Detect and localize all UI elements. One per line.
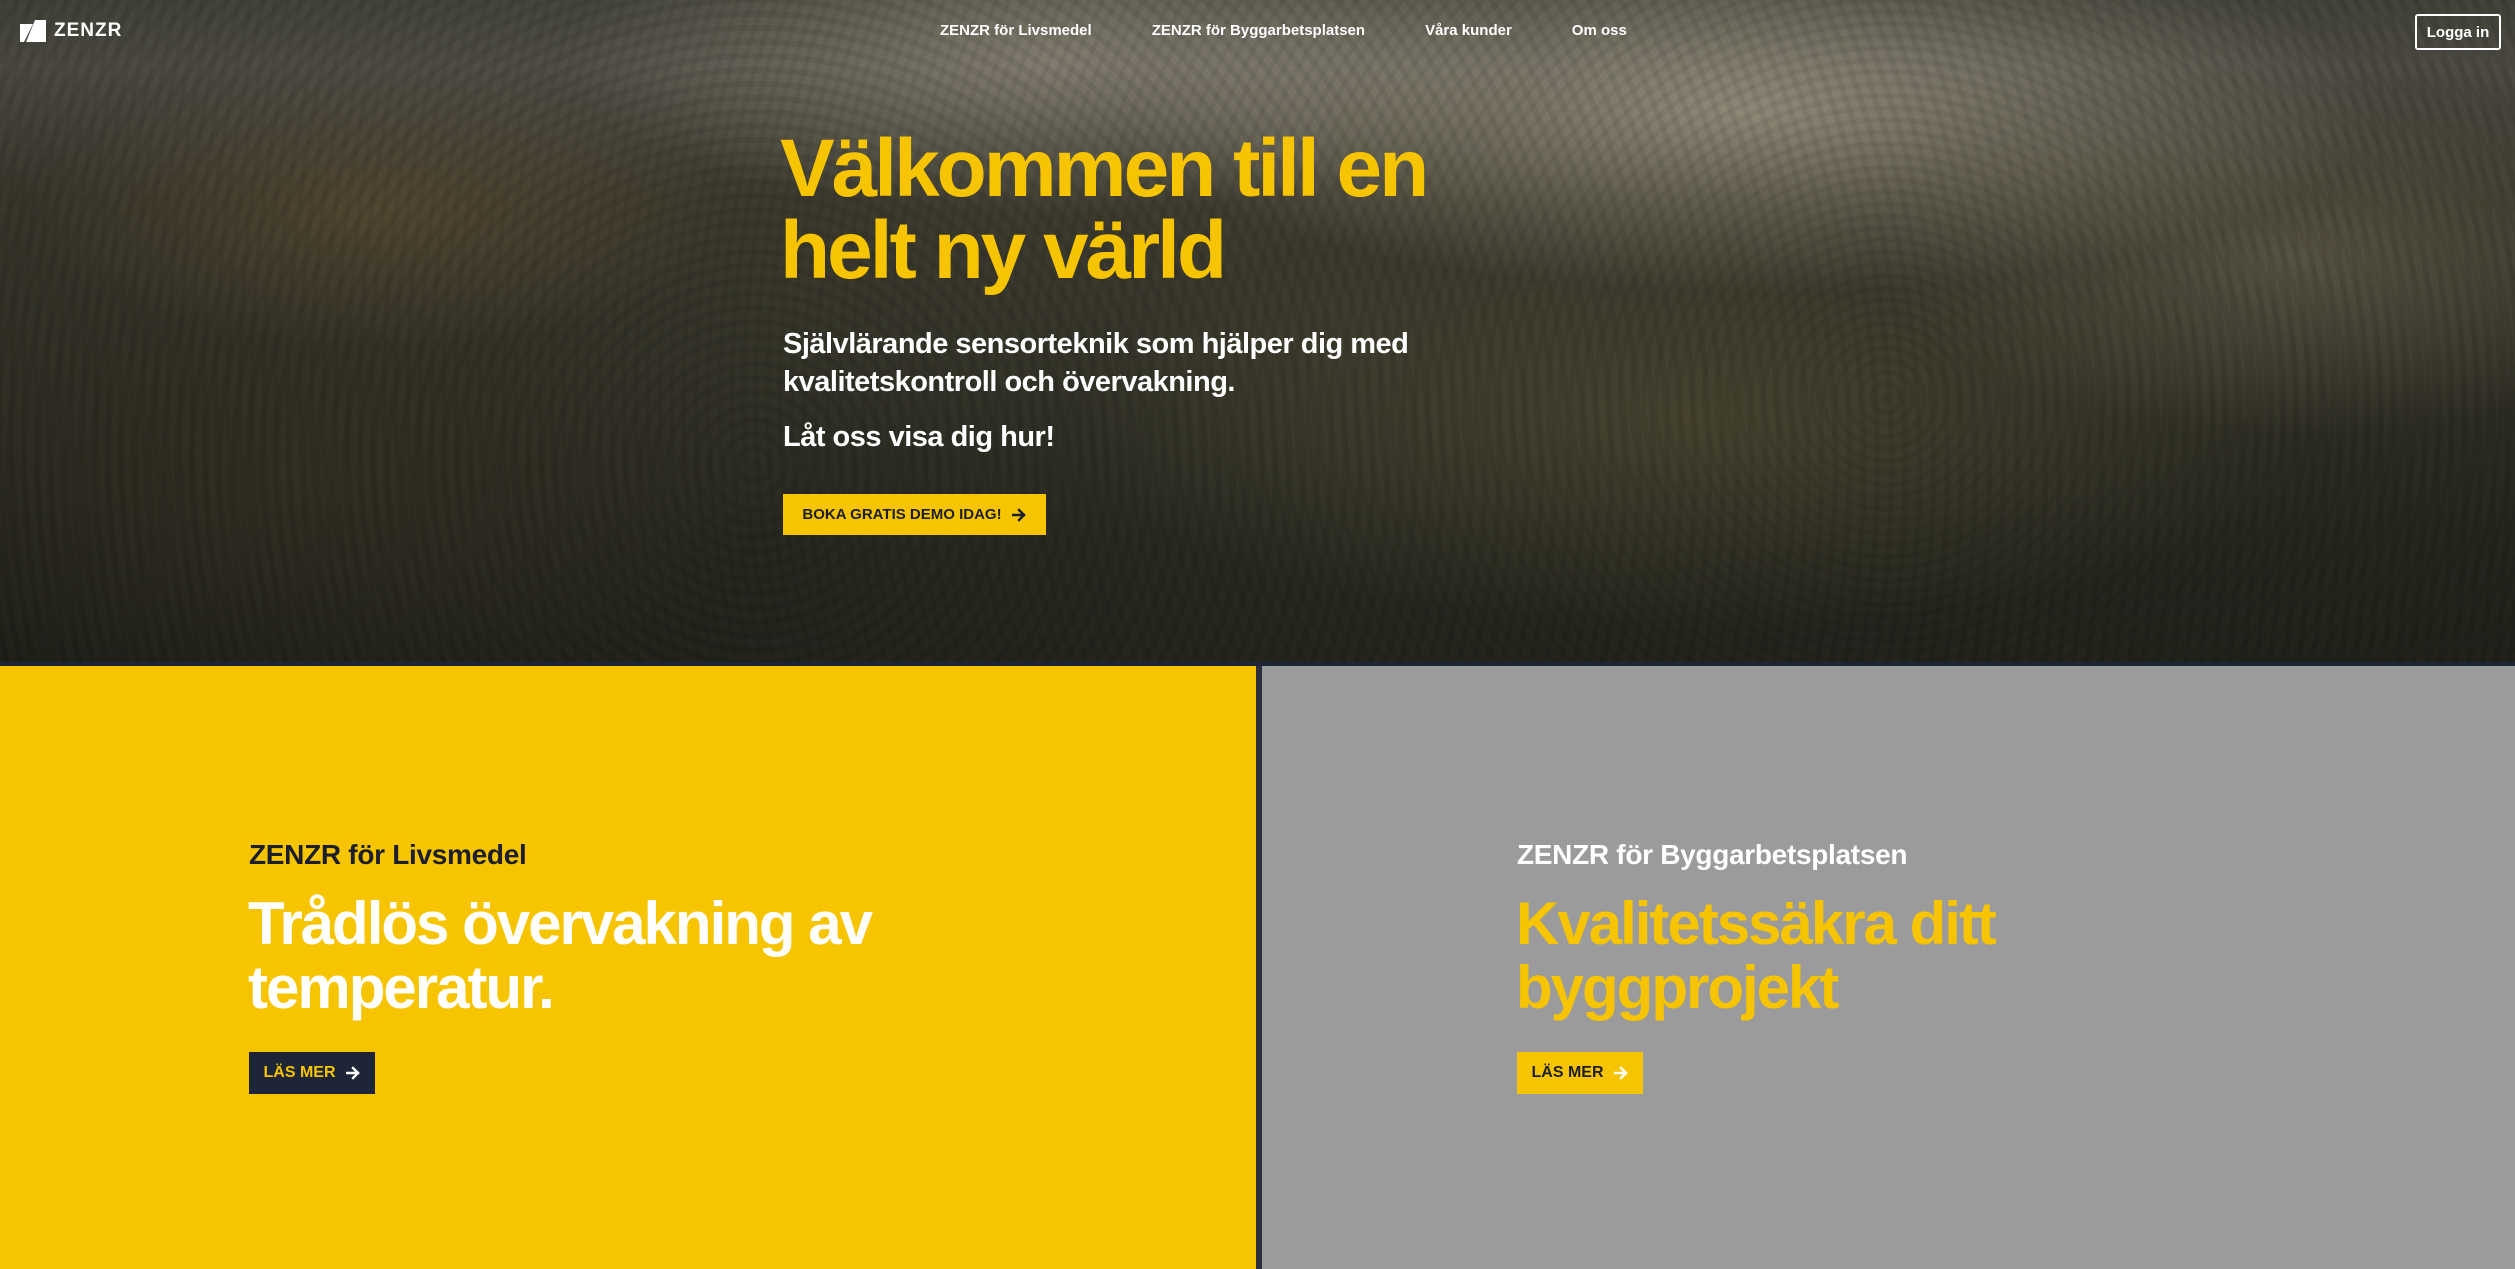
livsmedel-title: Trådlös övervakning av temperatur. bbox=[248, 890, 873, 1021]
livsmedel-kicker: ZENZR för Livsmedel bbox=[249, 839, 527, 870]
nav-link-vara-kunder[interactable]: Våra kunder bbox=[1425, 22, 1512, 39]
byggarbetsplatsen-read-more-button[interactable]: LÄS MER bbox=[1517, 1052, 1643, 1094]
read-more-label: LÄS MER bbox=[263, 1064, 336, 1081]
byggarbetsplatsen-kicker: ZENZR för Byggarbetsplatsen bbox=[1517, 839, 1908, 870]
nav-link-om-oss[interactable]: Om oss bbox=[1572, 22, 1627, 39]
hero-title: Välkommen till en helt ny värld bbox=[780, 123, 1429, 296]
arrow-right-icon bbox=[1613, 1066, 1628, 1080]
hero-subtitle-secondary: Låt oss visa dig hur! bbox=[783, 421, 1055, 453]
arrow-right-icon bbox=[345, 1066, 360, 1080]
livsmedel-read-more-button[interactable]: LÄS MER bbox=[249, 1052, 375, 1094]
book-demo-button[interactable]: BOKA GRATIS DEMO IDAG! bbox=[783, 494, 1046, 535]
zenzr-logo-icon bbox=[20, 20, 46, 42]
login-button[interactable]: Logga in bbox=[2415, 14, 2501, 50]
byggarbetsplatsen-title: Kvalitetssäkra ditt byggprojekt bbox=[1516, 890, 1997, 1021]
hero-subtitle: Självlärande sensorteknik som hjälper di… bbox=[783, 328, 1409, 398]
hero-section: ZENZR ZENZR för Livsmedel ZENZR för Bygg… bbox=[0, 0, 2515, 664]
logo-text: ZENZR bbox=[54, 20, 123, 41]
read-more-label: LÄS MER bbox=[1531, 1064, 1604, 1081]
book-demo-label: BOKA GRATIS DEMO IDAG! bbox=[802, 506, 1002, 523]
nav-link-byggarbetsplatsen[interactable]: ZENZR för Byggarbetsplatsen bbox=[1152, 22, 1365, 39]
nav-link-livsmedel[interactable]: ZENZR för Livsmedel bbox=[940, 22, 1092, 39]
arrow-right-icon bbox=[1011, 507, 1026, 522]
top-navigation: ZENZR ZENZR för Livsmedel ZENZR för Bygg… bbox=[0, 0, 2515, 64]
main-menu: ZENZR för Livsmedel ZENZR för Byggarbets… bbox=[940, 22, 1627, 39]
logo[interactable]: ZENZR bbox=[20, 20, 122, 42]
